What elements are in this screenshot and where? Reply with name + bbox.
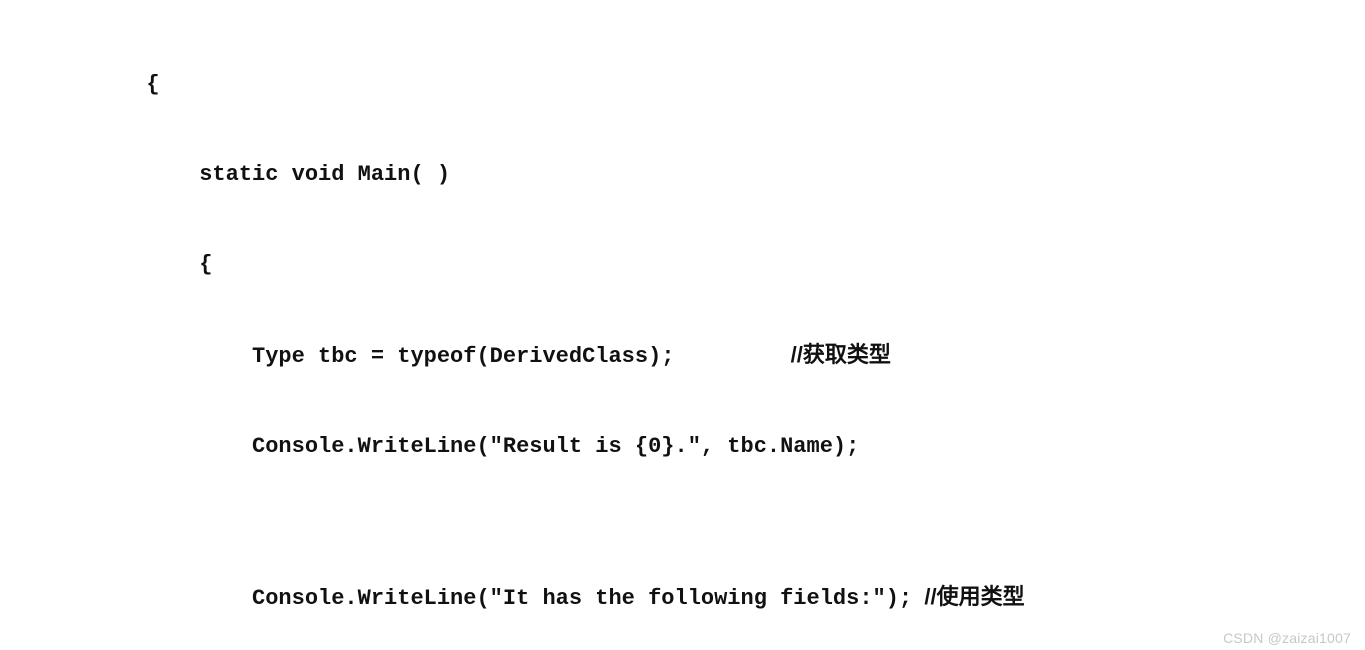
code-comment: //使用类型 [912,582,1024,612]
code-line: Console.WriteLine("Result is {0}.", tbc.… [120,432,1365,462]
code-comment: //获取类型 [675,340,891,370]
page: { static void Main( ) { Type tbc = typeo… [0,0,1365,650]
code-line-with-comment: Type tbc = typeof(DerivedClass); //获取类型 [120,340,1365,372]
code-text: Console.WriteLine("It has the following … [120,586,912,611]
code-text: Type tbc = typeof(DerivedClass); [120,344,675,369]
code-block: { static void Main( ) { Type tbc = typeo… [120,10,1365,650]
watermark: CSDN @zaizai1007 [1223,630,1351,646]
code-line: { [120,70,1365,100]
code-line: static void Main( ) [120,160,1365,190]
code-line-with-comment: Console.WriteLine("It has the following … [120,582,1365,614]
code-line: { [120,250,1365,280]
